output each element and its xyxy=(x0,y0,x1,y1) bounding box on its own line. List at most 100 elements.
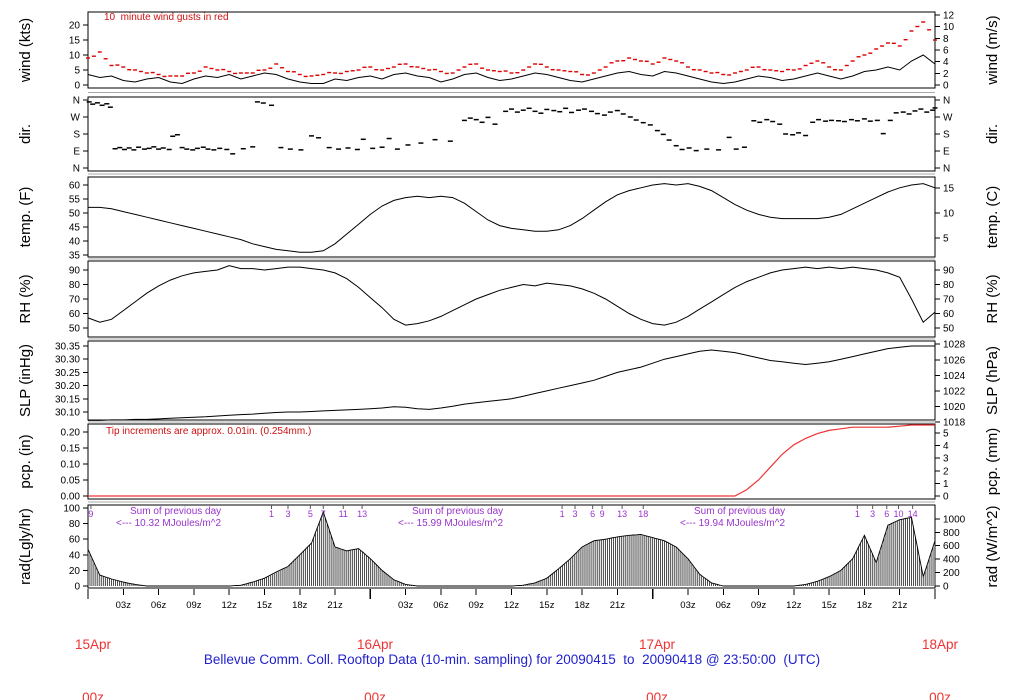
slp-right-axis-title: SLP (hPa) xyxy=(984,346,1001,415)
temp-line xyxy=(88,183,936,253)
pcp-left-tick-label: 0.10 xyxy=(61,460,81,471)
slp-axis-ticks xyxy=(83,343,940,423)
sum-note-3-line1: Sum of previous day xyxy=(694,506,786,517)
pcp-left-tick-label: 0.05 xyxy=(61,476,81,487)
hour-tick-label: 12z xyxy=(786,600,802,611)
rh-panel-border xyxy=(87,260,936,338)
pcp-left-tick-label: 0.15 xyxy=(61,444,81,455)
day-label-18apr: 18Apr 00z xyxy=(921,637,959,700)
wind-speed-line xyxy=(87,54,936,85)
wind-gust-note: 10 minute wind gusts in red xyxy=(104,12,229,23)
day-label-16apr: 16Apr 00z xyxy=(356,637,394,700)
rad-right-tick-label: 200 xyxy=(943,568,960,579)
temp-right-axis-title: temp. (C) xyxy=(984,186,1001,249)
slp-left-tick-label: 30.15 xyxy=(55,394,80,405)
dir-left-tick-label: E xyxy=(73,147,80,158)
pcp-axis-ticks xyxy=(83,431,940,497)
radiation-milestone-label: 14 xyxy=(908,509,918,519)
hour-tick-label: 18z xyxy=(292,600,308,611)
hour-tick-label: 15z xyxy=(257,600,273,611)
rh-left-axis-title: RH (%) xyxy=(17,274,34,323)
dir-right-tick-label: E xyxy=(943,147,950,158)
sum-note-2-line2: <--- 15.99 MJoules/m^2 xyxy=(398,518,504,529)
radiation-milestone-label: 6 xyxy=(590,509,595,519)
pcp-right-tick-label: 5 xyxy=(943,429,949,440)
hour-tick-label: 09z xyxy=(186,600,202,611)
panel-rh: 50 60 70 80 90 50 60 70 80 90 RH (%) RH (%) xyxy=(17,260,1001,338)
slp-left-axis-title: SLP (inHg) xyxy=(17,344,34,417)
radiation-milestone-label: 1 xyxy=(560,509,565,519)
rh-left-tick-label: 60 xyxy=(69,309,81,320)
panel-temp: 35 40 45 50 55 60 5 10 15 temp. (F) temp. (C) xyxy=(17,176,1001,262)
radiation-milestone-label: 3 xyxy=(870,509,875,519)
radiation-milestone-label: 9 xyxy=(600,509,605,519)
slp-right-tick-label: 1020 xyxy=(943,402,966,413)
temp-left-tick-label: 55 xyxy=(69,195,81,206)
rh-right-tick-label: 50 xyxy=(943,324,955,335)
chart-canvas: 05101520024681012wind (kts) wind (m/s)NWS… xyxy=(17,11,1001,612)
rh-right-tick-label: 70 xyxy=(943,295,955,306)
pcp-right-tick-label: 0 xyxy=(943,492,949,503)
wind-right-tick-label: 2 xyxy=(943,69,949,80)
radiation-milestone-label: 3 xyxy=(573,509,578,519)
rh-left-tick-label: 70 xyxy=(69,295,81,306)
wind-right-tick-label: 6 xyxy=(943,46,949,57)
wind-right-tick-label: 12 xyxy=(943,11,955,22)
slp-panel-border xyxy=(87,340,936,421)
wind-panel-border xyxy=(87,11,936,89)
temp-left-tick-label: 35 xyxy=(69,251,81,262)
wind-left-tick-label: 15 xyxy=(69,36,81,47)
temp-panel-border xyxy=(87,176,936,258)
wind-right-axis-title: wind (m/s) xyxy=(984,15,1001,85)
rad-right-tick-label: 400 xyxy=(943,555,960,566)
wind-left-tick-label: 20 xyxy=(69,21,81,32)
rh-right-tick-label: 60 xyxy=(943,309,955,320)
hour-tick-label: 21z xyxy=(892,600,908,611)
pcp-left-tick-label: 0.00 xyxy=(61,492,81,503)
weather-strip-chart: 0 5 10 15 20 0 2 4 6 8 10 12 wind (kts) wind (m/s) N W S… xyxy=(0,0,1024,700)
pcp-right-axis-title: pcp. (mm) xyxy=(984,428,1001,496)
x-axis: 03z 06z 09z 12z 15z 18z 21z 03z 06z 09z 12z 15z 18z 2… xyxy=(87,589,936,611)
pcp-right-tick-label: 3 xyxy=(943,454,949,465)
rad-right-tick-label: 800 xyxy=(943,528,960,539)
wind-left-tick-label: 10 xyxy=(69,51,81,62)
hour-tick-label: 06z xyxy=(151,600,167,611)
rad-left-tick-label: 100 xyxy=(63,504,80,515)
hour-tick-label: 18z xyxy=(574,600,590,611)
radiation-milestone-label: 10 xyxy=(894,509,904,519)
temp-axis-ticks xyxy=(83,184,940,256)
slp-left-tick-label: 30.35 xyxy=(55,342,80,353)
panel-slp: 30.10 30.15 30.20 30.25 30.30 30.35 1018 1020 10… xyxy=(17,340,1001,429)
wind-left-axis-title: wind (kts) xyxy=(17,18,34,83)
slp-right-tick-label: 1018 xyxy=(943,418,966,429)
day-label-15apr: 15Apr 00z xyxy=(74,637,112,700)
tip-increment-note: Tip increments are approx. 0.01in. (0.25… xyxy=(106,426,312,437)
wind-right-tick-label: 0 xyxy=(943,81,949,92)
wind-left-tick-label: 0 xyxy=(74,81,80,92)
rad-right-axis-title: rad (W/m^2) xyxy=(984,505,1001,587)
panel-dir: NWSENNWSENdir. dir. xyxy=(17,96,1001,175)
wind-right-tick-label: 10 xyxy=(943,22,955,33)
wind-gusts-scatter xyxy=(86,21,937,78)
rh-right-tick-label: 90 xyxy=(943,266,955,277)
panel-separators xyxy=(88,92,935,503)
slp-left-tick-label: 30.20 xyxy=(55,381,80,392)
hour-tick-label: 03z xyxy=(398,600,414,611)
slp-left-tick-label: 30.30 xyxy=(55,355,80,366)
rad-left-axis-title: rad(Lgly/hr) xyxy=(17,508,34,585)
slp-line xyxy=(88,345,935,421)
sum-note-1-line1: Sum of previous day xyxy=(130,506,222,517)
sum-note-2-line1: Sum of previous day xyxy=(412,506,504,517)
rh-axis-ticks xyxy=(83,269,940,329)
slp-right-tick-label: 1022 xyxy=(943,386,966,397)
wind-left-tick-label: 5 xyxy=(74,66,80,77)
radiation-milestone-label: 18 xyxy=(638,509,648,519)
pcp-right-tick-label: 2 xyxy=(943,466,949,477)
hour-tick-label: 03z xyxy=(680,600,696,611)
pcp-right-tick-label: 4 xyxy=(943,441,949,452)
temp-right-tick-label: 5 xyxy=(943,234,949,245)
rad-left-tick-label: 40 xyxy=(69,550,81,561)
hour-tick-label: 15z xyxy=(539,600,555,611)
dir-right-tick-label: N xyxy=(943,96,950,107)
dir-right-tick-label: S xyxy=(943,130,950,141)
